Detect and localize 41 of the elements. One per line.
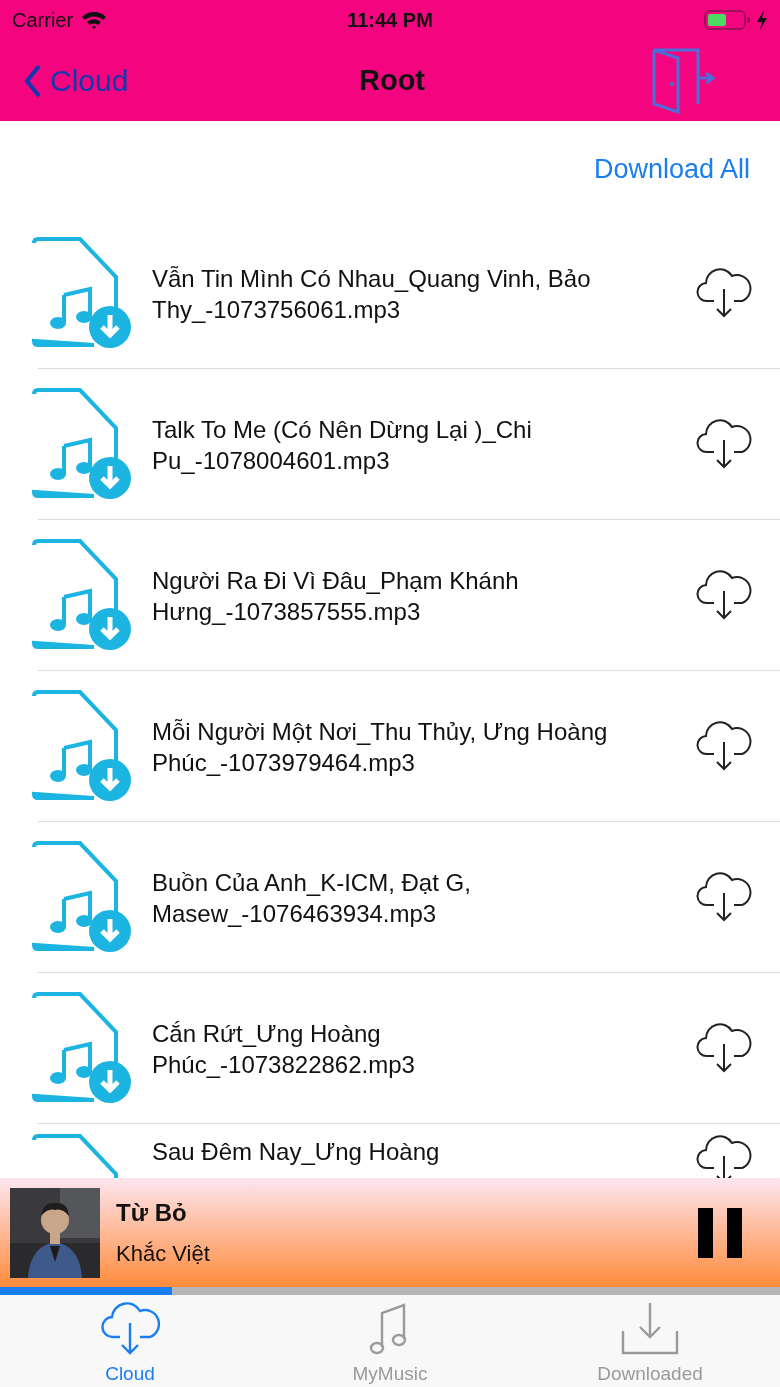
cloud-download-icon[interactable] — [696, 871, 752, 923]
file-name: Vẫn Tin Mình Có Nhau_Quang Vinh, Bảo Thy_-1073756061.mp3 — [152, 264, 592, 325]
file-name: Sau Đêm Nay_Ưng Hoàng — [152, 1137, 441, 1167]
charging-icon — [756, 9, 768, 31]
file-name: Talk To Me (Có Nên Dừng Lại )_Chi Pu_-1078004601.mp3 — [152, 415, 533, 476]
file-row[interactable]: Mỗi Người Một Nơi_Thu Thủy, Ưng Hoàng Phúc_-1073979464.mp3 — [0, 671, 780, 821]
file-row[interactable]: Cắn Rứt_Ưng Hoàng Phúc_-1073822862.mp3 — [0, 973, 780, 1123]
file-row[interactable]: Sau Đêm Nay_Ưng Hoàng — [0, 1124, 780, 1178]
song-title: Từ Bỏ — [116, 1198, 188, 1227]
music-file-icon — [30, 690, 132, 802]
cloud-download-icon — [100, 1301, 160, 1357]
back-chevron-icon — [24, 63, 42, 98]
music-file-icon — [30, 237, 132, 349]
file-row[interactable]: Người Ra Đi Vì Đâu_Phạm Khánh Hưng_-1073857555.mp3 — [0, 520, 780, 670]
nav-title: Root — [359, 64, 425, 97]
music-file-icon — [30, 992, 132, 1104]
music-file-icon — [30, 388, 132, 500]
cloud-download-icon[interactable] — [696, 720, 752, 772]
file-name: Người Ra Đi Vì Đâu_Phạm Khánh Hưng_-1073857555.mp3 — [152, 566, 520, 627]
file-row[interactable]: Talk To Me (Có Nên Dừng Lại )_Chi Pu_-1078004601.mp3 — [0, 369, 780, 519]
carrier-label: Carrier — [12, 8, 74, 32]
file-row[interactable]: Buồn Của Anh_K-ICM, Đạt G, Masew_-1076463934.mp3 — [0, 822, 780, 972]
cloud-download-icon[interactable] — [696, 1022, 752, 1074]
cloud-download-icon[interactable] — [696, 418, 752, 470]
download-tray-icon — [620, 1301, 680, 1357]
cloud-download-icon[interactable] — [696, 267, 752, 319]
wifi-icon — [81, 10, 108, 30]
clock: 11:44 PM — [347, 8, 433, 32]
battery-icon — [704, 9, 752, 31]
file-name: Mỗi Người Một Nơi_Thu Thủy, Ưng Hoàng Phúc_-1073979464.mp3 — [152, 717, 609, 778]
tab[interactable]: Cloud — [0, 1295, 260, 1387]
music-file-icon — [30, 539, 132, 651]
file-row[interactable]: Vẫn Tin Mình Có Nhau_Quang Vinh, Bảo Thy_-1073756061.mp3 — [0, 218, 780, 368]
cloud-download-icon[interactable] — [696, 569, 752, 621]
cloud-download-icon[interactable] — [696, 1134, 752, 1178]
file-name: Buồn Của Anh_K-ICM, Đạt G, Masew_-1076463934.mp3 — [152, 868, 472, 929]
music-file-icon — [30, 841, 132, 953]
pause-button[interactable] — [698, 1207, 742, 1258]
download-all-button[interactable]: Download All — [593, 154, 750, 185]
file-name: Cắn Rứt_Ưng Hoàng Phúc_-1073822862.mp3 — [152, 1019, 416, 1080]
artist-name: Khắc Việt — [116, 1240, 211, 1267]
